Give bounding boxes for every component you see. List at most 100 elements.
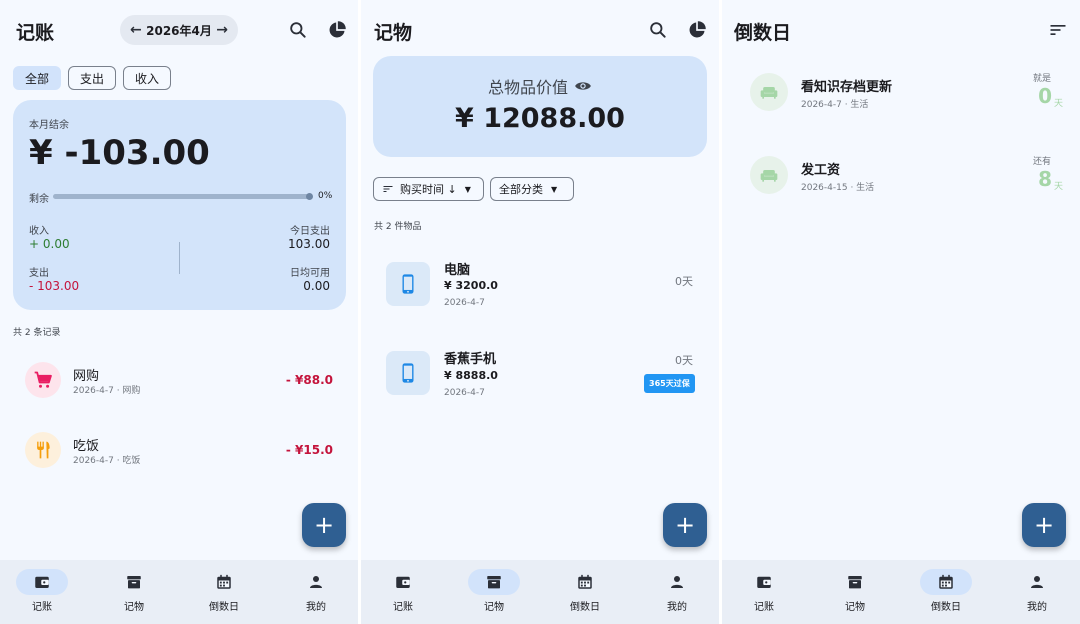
goods-price: ¥ 3200.0 [444,279,498,292]
calendar-icon [198,569,250,595]
event-tag: 就是 [1032,74,1051,84]
sort-icon[interactable] [1045,17,1071,43]
nav-item-mine[interactable]: 我的 [992,560,1080,624]
nav-item-ledger[interactable]: 记账 [722,560,809,624]
search-icon[interactable] [645,17,671,43]
add-record-button[interactable]: + [302,503,346,547]
month-label: 2026年4月 [146,23,212,38]
nav-label: 记账 [32,602,52,613]
event-name: 看知识存档更新 [801,80,893,95]
list-item[interactable]: 看知识存档更新 2026-4-7 · 生活 就是 0 天 [734,58,1068,126]
monthly-summary-card: 本月结余 ¥ -103.00 剩余 0% 收入 + 0.00 支出 - 103.… [13,100,346,310]
nav-item-mine[interactable]: 我的 [271,560,358,624]
nav-label: 记物 [484,602,504,613]
nav-item-countdown[interactable]: 倒数日 [179,560,269,624]
nav-item-ledger[interactable]: 记账 [361,560,448,624]
search-icon[interactable] [285,17,311,43]
nav-item-goods[interactable]: 记物 [810,560,900,624]
warranty-badge: 365天过保 [644,374,695,393]
record-meta: 2026-4-7 · 网购 [73,386,141,396]
nav-label: 我的 [667,602,687,613]
event-days-unit: 天 [1054,99,1064,109]
expense-label: 支出 [29,268,49,279]
nav-label: 我的 [306,602,326,613]
nav-label: 记物 [124,602,144,613]
balance-label: 本月结余 [29,120,69,131]
event-name: 发工资 [801,163,841,178]
expense-value: - 103.00 [29,279,80,293]
nav-item-goods[interactable]: 记物 [449,560,539,624]
event-days-unit: 天 [1054,182,1064,192]
event-tag: 还有 [1032,157,1051,167]
archive-icon [468,569,520,595]
page-title: 记物 [374,22,413,44]
month-selector[interactable]: ← 2026年4月 → [120,15,238,45]
nav-label: 记账 [754,602,774,613]
utensils-icon [25,432,61,468]
nav-item-countdown[interactable]: 倒数日 [540,560,630,624]
nav-item-mine[interactable]: 我的 [632,560,719,624]
list-item[interactable]: 发工资 2026-4-15 · 生活 还有 8 天 [734,141,1068,209]
phone-icon [386,262,430,306]
record-amount: - ¥15.0 [285,443,333,457]
today-expense-value: 103.00 [288,237,330,251]
person-icon [290,569,342,595]
caret-down-icon: ▼ [464,184,471,194]
nav-item-goods[interactable]: 记物 [89,560,179,624]
goods-screen: 记物 总物品价值 ¥ 12088.00 购买时间 ↓ ▼ 全部分类 ▼ 共 2 … [361,0,719,624]
goods-count: 共 2 件物品 [374,222,422,232]
nav-label: 记物 [845,602,865,613]
event-meta: 2026-4-15 · 生活 [801,183,875,193]
progress-end-dot [306,193,313,200]
sort-label: 购买时间 ↓ [400,183,457,196]
goods-date: 2026-4-7 [444,298,485,308]
pie-chart-icon[interactable] [324,17,350,43]
filter-chip-income[interactable]: 收入 [123,66,171,90]
nav-label: 倒数日 [209,602,239,613]
sofa-icon [750,156,788,194]
page-title: 倒数日 [734,22,792,44]
nav-item-countdown[interactable]: 倒数日 [901,560,991,624]
divider [179,242,180,274]
list-item[interactable]: 吃饭 2026-4-7 · 吃饭 - ¥15.0 [13,418,346,480]
income-label: 收入 [29,226,49,237]
bottom-nav: 记账 记物 倒数日 我的 [722,560,1080,624]
phone-icon [386,351,430,395]
sofa-icon [750,73,788,111]
add-event-button[interactable]: + [1022,503,1066,547]
record-meta: 2026-4-7 · 吃饭 [73,456,141,466]
goods-name: 电脑 [444,263,471,278]
nav-item-ledger[interactable]: 记账 [0,560,87,624]
archive-icon [108,569,160,595]
category-label: 全部分类 [499,183,543,196]
cart-icon [25,362,61,398]
goods-days: 0天 [675,275,693,288]
sort-dropdown[interactable]: 购买时间 ↓ ▼ [373,177,484,201]
list-item[interactable]: 电脑 ¥ 3200.0 2026-4-7 0天 [373,246,707,320]
daily-available-value: 0.00 [303,279,330,293]
list-item[interactable]: 网购 2026-4-7 · 网购 - ¥88.0 [13,348,346,410]
calendar-icon [559,569,611,595]
calendar-icon [920,569,972,595]
event-days-number: 8 [1038,167,1052,191]
nav-label: 记账 [393,602,413,613]
arrow-left-icon[interactable]: ← [130,22,142,38]
filter-chip-all[interactable]: 全部 [13,66,61,90]
income-value: + 0.00 [29,237,70,251]
pie-chart-icon[interactable] [684,17,710,43]
bottom-nav: 记账 记物 倒数日 我的 [0,560,358,624]
eye-icon[interactable] [574,77,592,95]
today-expense-label: 今日支出 [290,226,330,237]
category-dropdown[interactable]: 全部分类 ▼ [490,177,574,201]
balance-value: ¥ -103.00 [29,133,210,173]
arrow-right-icon[interactable]: → [216,22,228,38]
list-item[interactable]: 香蕉手机 ¥ 8888.0 2026-4-7 0天 365天过保 [373,334,707,408]
event-meta: 2026-4-7 · 生活 [801,100,869,110]
countdown-screen: 倒数日 看知识存档更新 2026-4-7 · 生活 就是 0 天 发工资 202… [722,0,1080,624]
daily-available-label: 日均可用 [290,268,330,279]
event-days-number: 0 [1038,84,1052,108]
remain-percent: 0% [318,191,333,201]
filter-chip-expense[interactable]: 支出 [68,66,116,90]
nav-label: 倒数日 [931,602,961,613]
add-goods-button[interactable]: + [663,503,707,547]
